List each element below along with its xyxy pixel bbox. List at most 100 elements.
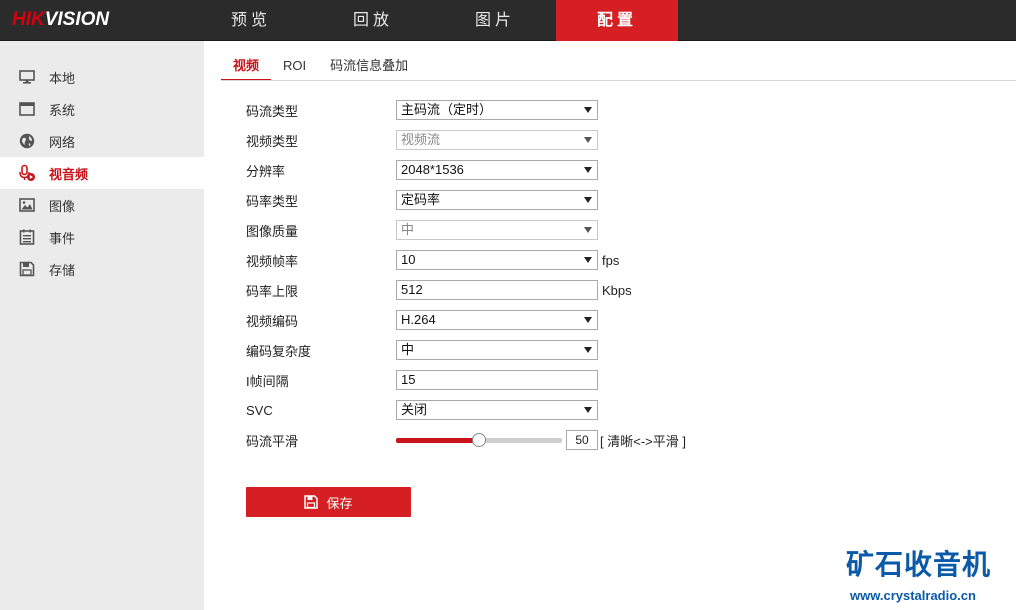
max-bitrate-label: 码率上限 bbox=[246, 283, 299, 299]
row-encoding-complexity: 编码复杂度 中 bbox=[246, 335, 686, 365]
floppy-icon bbox=[18, 260, 36, 278]
stream-type-label: 码流类型 bbox=[246, 103, 299, 119]
video-type-label: 视频类型 bbox=[246, 133, 299, 149]
dropdown-arrow-icon bbox=[584, 197, 592, 203]
bitrate-type-select[interactable]: 定码率 bbox=[396, 190, 598, 210]
tab-roi[interactable]: ROI bbox=[271, 54, 318, 81]
logo-hik-text: HIK bbox=[12, 9, 45, 30]
watermark: 矿石收音机 www.crystalradio.cn bbox=[846, 548, 1016, 604]
video-encoding-value: H.264 bbox=[401, 312, 436, 327]
sidebar-item-image[interactable]: 图像 bbox=[0, 189, 204, 221]
monitor-icon bbox=[18, 68, 36, 86]
sidebar-item-label: 视音频 bbox=[49, 166, 89, 182]
i-frame-interval-label: I帧间隔 bbox=[246, 373, 289, 389]
smoothing-value-input[interactable]: 50 bbox=[566, 430, 598, 450]
frame-rate-value: 10 bbox=[401, 252, 416, 267]
sidebar: 本地 系统 网络 视音频 图像 事件 存储 bbox=[0, 41, 204, 610]
hikvision-logo: HIKVISION bbox=[12, 9, 109, 31]
image-quality-select[interactable]: 中 bbox=[396, 220, 598, 240]
max-bitrate-unit: Kbps bbox=[602, 282, 632, 298]
dropdown-arrow-icon bbox=[584, 167, 592, 173]
i-frame-interval-input[interactable]: 15 bbox=[396, 370, 598, 390]
logo-vision-text: VISION bbox=[44, 9, 110, 30]
nav-playback[interactable]: 回放 bbox=[312, 0, 434, 41]
calendar-icon bbox=[18, 228, 36, 246]
smoothing-note: [ 清晰<->平滑 ] bbox=[600, 433, 686, 449]
sub-tabs: 视频 ROI 码流信息叠加 bbox=[221, 54, 420, 81]
row-svc: SVC 关闭 bbox=[246, 395, 686, 425]
image-icon bbox=[18, 196, 36, 214]
svc-value: 关闭 bbox=[401, 402, 428, 417]
sidebar-item-event[interactable]: 事件 bbox=[0, 221, 204, 253]
row-max-bitrate: 码率上限 512 Kbps bbox=[246, 275, 686, 305]
video-settings-form: 码流类型 主码流（定时） 视频类型 视频流 分辨率 2048*1536 码率类型… bbox=[246, 95, 686, 455]
row-smoothing: 码流平滑 50 [ 清晰<->平滑 ] bbox=[246, 425, 686, 455]
dropdown-arrow-icon bbox=[584, 317, 592, 323]
video-type-select[interactable]: 视频流 bbox=[396, 130, 598, 150]
nav-configuration[interactable]: 配置 bbox=[556, 0, 678, 41]
row-resolution: 分辨率 2048*1536 bbox=[246, 155, 686, 185]
save-button-label: 保存 bbox=[326, 495, 353, 511]
video-type-value: 视频流 bbox=[401, 132, 441, 147]
max-bitrate-value: 512 bbox=[401, 282, 423, 297]
row-video-encoding: 视频编码 H.264 bbox=[246, 305, 686, 335]
watermark-title: 矿石收音机 bbox=[846, 548, 992, 581]
bitrate-type-label: 码率类型 bbox=[246, 193, 299, 209]
encoding-complexity-select[interactable]: 中 bbox=[396, 340, 598, 360]
smoothing-slider[interactable] bbox=[396, 430, 562, 450]
dropdown-arrow-icon bbox=[584, 347, 592, 353]
bitrate-type-value: 定码率 bbox=[401, 192, 441, 207]
frame-rate-unit: fps bbox=[602, 252, 620, 268]
tab-video[interactable]: 视频 bbox=[221, 54, 272, 81]
stream-type-select[interactable]: 主码流（定时） bbox=[396, 100, 598, 120]
sidebar-item-video-audio[interactable]: 视音频 bbox=[0, 157, 204, 189]
sidebar-item-label: 本地 bbox=[49, 70, 76, 86]
sidebar-item-local[interactable]: 本地 bbox=[0, 61, 204, 93]
max-bitrate-input[interactable]: 512 bbox=[396, 280, 598, 300]
sidebar-menu: 本地 系统 网络 视音频 图像 事件 存储 bbox=[0, 61, 204, 285]
top-bar: HIKVISION 预览 回放 图片 配置 bbox=[0, 0, 1016, 41]
dropdown-arrow-icon bbox=[584, 257, 592, 263]
row-stream-type: 码流类型 主码流（定时） bbox=[246, 95, 686, 125]
video-encoding-label: 视频编码 bbox=[246, 313, 299, 329]
resolution-select[interactable]: 2048*1536 bbox=[396, 160, 598, 180]
tabs-divider bbox=[221, 80, 1016, 81]
sidebar-item-network[interactable]: 网络 bbox=[0, 125, 204, 157]
dropdown-arrow-icon bbox=[584, 227, 592, 233]
svc-label: SVC bbox=[246, 402, 273, 418]
nav-preview[interactable]: 预览 bbox=[190, 0, 312, 41]
sidebar-item-label: 存储 bbox=[49, 262, 76, 278]
image-quality-value: 中 bbox=[401, 222, 415, 237]
video-encoding-select[interactable]: H.264 bbox=[396, 310, 598, 330]
svc-select[interactable]: 关闭 bbox=[396, 400, 598, 420]
slider-handle[interactable] bbox=[472, 433, 486, 447]
row-image-quality: 图像质量 中 bbox=[246, 215, 686, 245]
window-icon bbox=[18, 100, 36, 118]
dropdown-arrow-icon bbox=[584, 137, 592, 143]
stream-type-value: 主码流（定时） bbox=[401, 102, 493, 117]
sidebar-item-label: 事件 bbox=[49, 230, 76, 246]
row-video-type: 视频类型 视频流 bbox=[246, 125, 686, 155]
smoothing-label: 码流平滑 bbox=[246, 433, 299, 449]
nav-picture[interactable]: 图片 bbox=[434, 0, 556, 41]
floppy-icon bbox=[304, 495, 319, 509]
save-button[interactable]: 保存 bbox=[246, 487, 411, 517]
resolution-label: 分辨率 bbox=[246, 163, 286, 179]
row-frame-rate: 视频帧率 10 fps bbox=[246, 245, 686, 275]
encoding-complexity-label: 编码复杂度 bbox=[246, 343, 312, 359]
watermark-url: www.crystalradio.cn bbox=[850, 588, 976, 603]
sidebar-item-storage[interactable]: 存储 bbox=[0, 253, 204, 285]
sidebar-item-system[interactable]: 系统 bbox=[0, 93, 204, 125]
image-quality-label: 图像质量 bbox=[246, 223, 299, 239]
frame-rate-label: 视频帧率 bbox=[246, 253, 299, 269]
slider-fill bbox=[396, 438, 479, 443]
sidebar-item-label: 图像 bbox=[49, 198, 76, 214]
globe-icon bbox=[18, 132, 36, 150]
row-bitrate-type: 码率类型 定码率 bbox=[246, 185, 686, 215]
tab-stream-info-overlay[interactable]: 码流信息叠加 bbox=[318, 54, 420, 81]
i-frame-interval-value: 15 bbox=[401, 372, 416, 387]
frame-rate-select[interactable]: 10 bbox=[396, 250, 598, 270]
sidebar-item-label: 系统 bbox=[49, 102, 76, 118]
dropdown-arrow-icon bbox=[584, 407, 592, 413]
dropdown-arrow-icon bbox=[584, 107, 592, 113]
